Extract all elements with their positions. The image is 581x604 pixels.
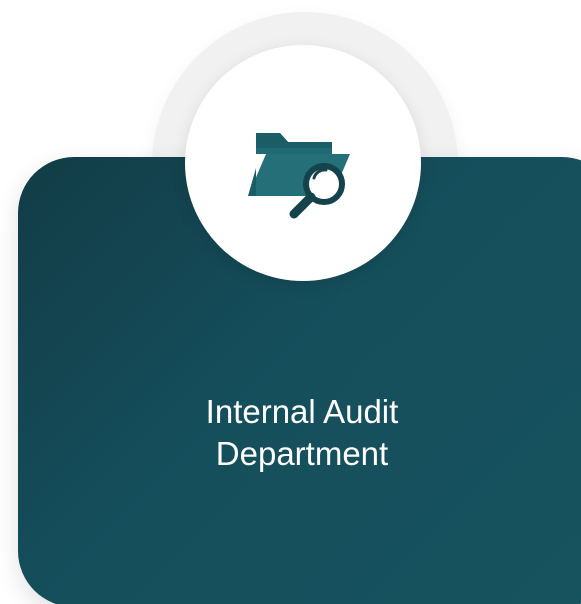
department-tile[interactable]: Internal Audit Department <box>0 0 581 604</box>
department-title-line2: Department <box>215 435 389 472</box>
department-title-line1: Internal Audit <box>205 393 399 430</box>
department-title: Internal Audit Department <box>120 391 484 475</box>
folder-search-icon <box>248 133 350 219</box>
icon-badge <box>185 45 421 281</box>
